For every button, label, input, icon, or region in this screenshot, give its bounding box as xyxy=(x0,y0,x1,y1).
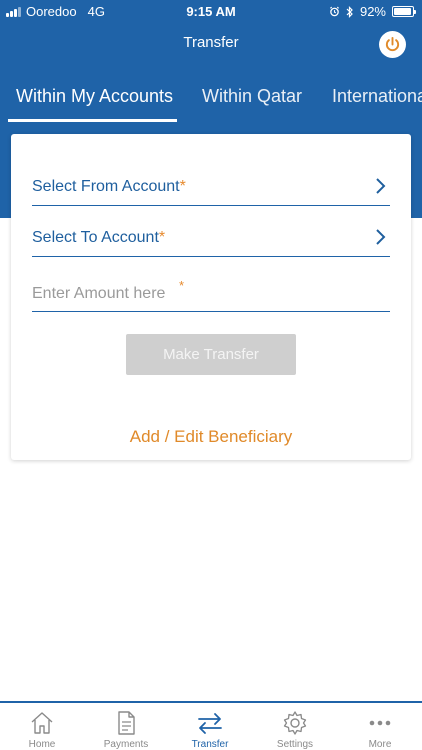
battery-fill xyxy=(394,8,411,15)
tab-within-qatar[interactable]: Within Qatar xyxy=(202,86,302,107)
nav-payments-label: Payments xyxy=(103,739,149,750)
bottom-tab-bar: Home Payments Transfer Settings More xyxy=(0,701,422,750)
required-marker: * xyxy=(179,178,186,195)
from-account-label: Select From Account* xyxy=(32,178,186,195)
transfer-screen: Ooredoo 4G 9:15 AM 92% Transfer Within M… xyxy=(0,0,422,750)
more-dots-icon xyxy=(369,720,391,726)
home-icon xyxy=(31,712,53,734)
nav-more[interactable]: More xyxy=(338,703,422,750)
power-icon xyxy=(385,36,400,52)
required-marker: * xyxy=(158,229,166,246)
from-account-select[interactable]: Select From Account* xyxy=(32,166,390,206)
amount-field: * xyxy=(32,272,390,312)
alarm-icon xyxy=(329,6,339,17)
tab-international[interactable]: International xyxy=(332,86,422,107)
add-edit-beneficiary-link[interactable]: Add / Edit Beneficiary xyxy=(11,427,411,447)
nav-home[interactable]: Home xyxy=(0,703,84,750)
nav-settings[interactable]: Settings xyxy=(253,703,337,750)
battery-percentage: 92% xyxy=(359,4,386,19)
to-account-label: Select To Account* xyxy=(32,229,166,246)
bluetooth-icon xyxy=(346,5,353,18)
make-transfer-button[interactable]: Make Transfer xyxy=(126,334,296,375)
page-title: Transfer xyxy=(183,34,239,51)
nav-transfer[interactable]: Transfer xyxy=(168,703,252,750)
document-icon xyxy=(118,711,135,735)
nav-payments[interactable]: Payments xyxy=(84,703,168,750)
amount-input[interactable] xyxy=(32,285,390,303)
required-marker: * xyxy=(179,278,185,293)
battery-icon xyxy=(392,6,416,17)
transfer-arrows-icon xyxy=(198,713,222,734)
active-tab-indicator xyxy=(8,119,177,122)
transfer-form-card: Select From Account* Select To Account* … xyxy=(11,134,411,460)
transfer-tabs: Within My Accounts Within Qatar Internat… xyxy=(0,78,422,124)
chevron-right-icon xyxy=(376,178,386,194)
status-right: 92% xyxy=(329,4,416,19)
nav-transfer-label: Transfer xyxy=(191,739,229,750)
tab-within-my-accounts[interactable]: Within My Accounts xyxy=(16,86,173,107)
nav-home-label: Home xyxy=(28,739,56,750)
logout-button[interactable] xyxy=(379,31,406,58)
status-bar: Ooredoo 4G 9:15 AM 92% xyxy=(0,0,422,22)
nav-more-label: More xyxy=(368,739,392,750)
to-account-select[interactable]: Select To Account* xyxy=(32,217,390,257)
gear-icon xyxy=(283,711,307,735)
nav-settings-label: Settings xyxy=(276,739,314,750)
chevron-right-icon xyxy=(376,229,386,245)
